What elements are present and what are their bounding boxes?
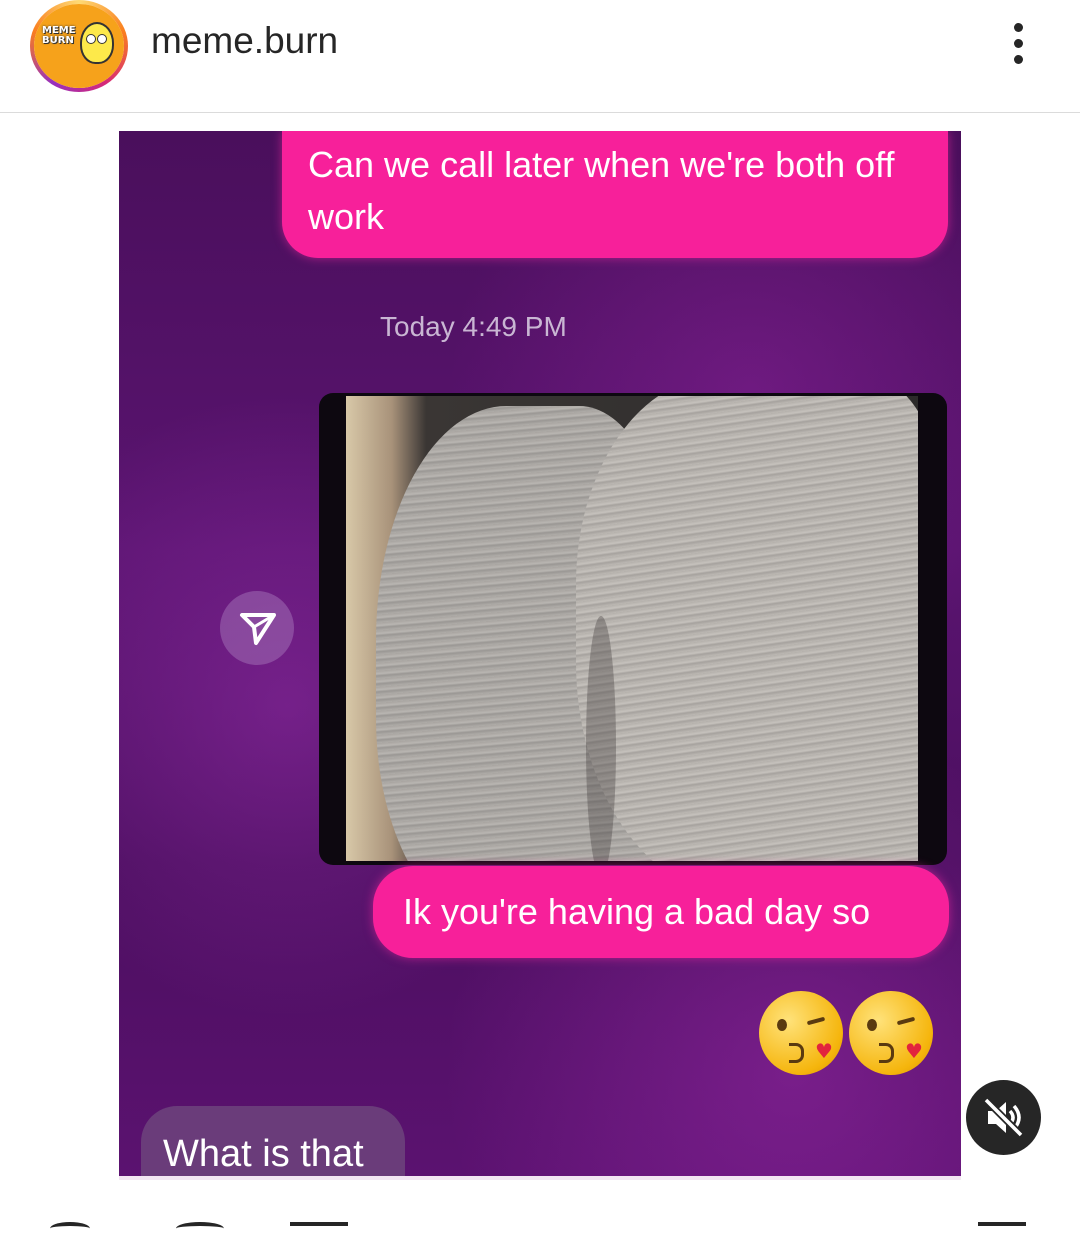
kissing-face-icon: ♥ bbox=[759, 991, 843, 1075]
homer-eye-left bbox=[86, 34, 96, 44]
chat-bubble-outgoing: Ik you're having a bad day so bbox=[373, 866, 949, 958]
header-divider bbox=[0, 112, 1080, 113]
share-arrow-icon[interactable] bbox=[220, 591, 294, 665]
homer-eye-right bbox=[97, 34, 107, 44]
username[interactable]: meme.burn bbox=[151, 20, 338, 62]
more-dot bbox=[1014, 39, 1023, 48]
photo-shape-right bbox=[576, 396, 918, 861]
more-dot bbox=[1014, 23, 1023, 32]
save-bookmark-icon[interactable] bbox=[978, 1222, 1026, 1235]
chat-bubble-outgoing: Can we call later when we're both off wo… bbox=[282, 131, 948, 258]
more-vertical-icon[interactable] bbox=[1003, 20, 1033, 66]
avatar[interactable]: MEME BURN bbox=[30, 0, 128, 92]
send-icon[interactable] bbox=[290, 1222, 348, 1235]
like-heart-icon[interactable] bbox=[50, 1222, 90, 1235]
comment-icon[interactable] bbox=[176, 1222, 224, 1235]
avatar-logo-text: MEME BURN bbox=[42, 25, 76, 46]
photo-shadow bbox=[586, 616, 616, 861]
kiss-emoji-row: ♥ ♥ bbox=[759, 991, 949, 1081]
post-media[interactable]: Can we call later when we're both off wo… bbox=[119, 131, 961, 1176]
chat-timestamp: Today 4:49 PM bbox=[380, 311, 567, 342]
homer-icon bbox=[80, 22, 114, 64]
media-bottom-edge bbox=[119, 1176, 961, 1180]
avatar-image: MEME BURN bbox=[34, 4, 124, 88]
kissing-face-icon: ♥ bbox=[849, 991, 933, 1075]
chat-photo bbox=[346, 396, 918, 861]
chat-bubble-incoming: What is that bbox=[141, 1106, 405, 1176]
speaker-muted-icon[interactable] bbox=[966, 1080, 1041, 1155]
post-header: MEME BURN meme.burn bbox=[0, 0, 1080, 112]
more-dot bbox=[1014, 55, 1023, 64]
